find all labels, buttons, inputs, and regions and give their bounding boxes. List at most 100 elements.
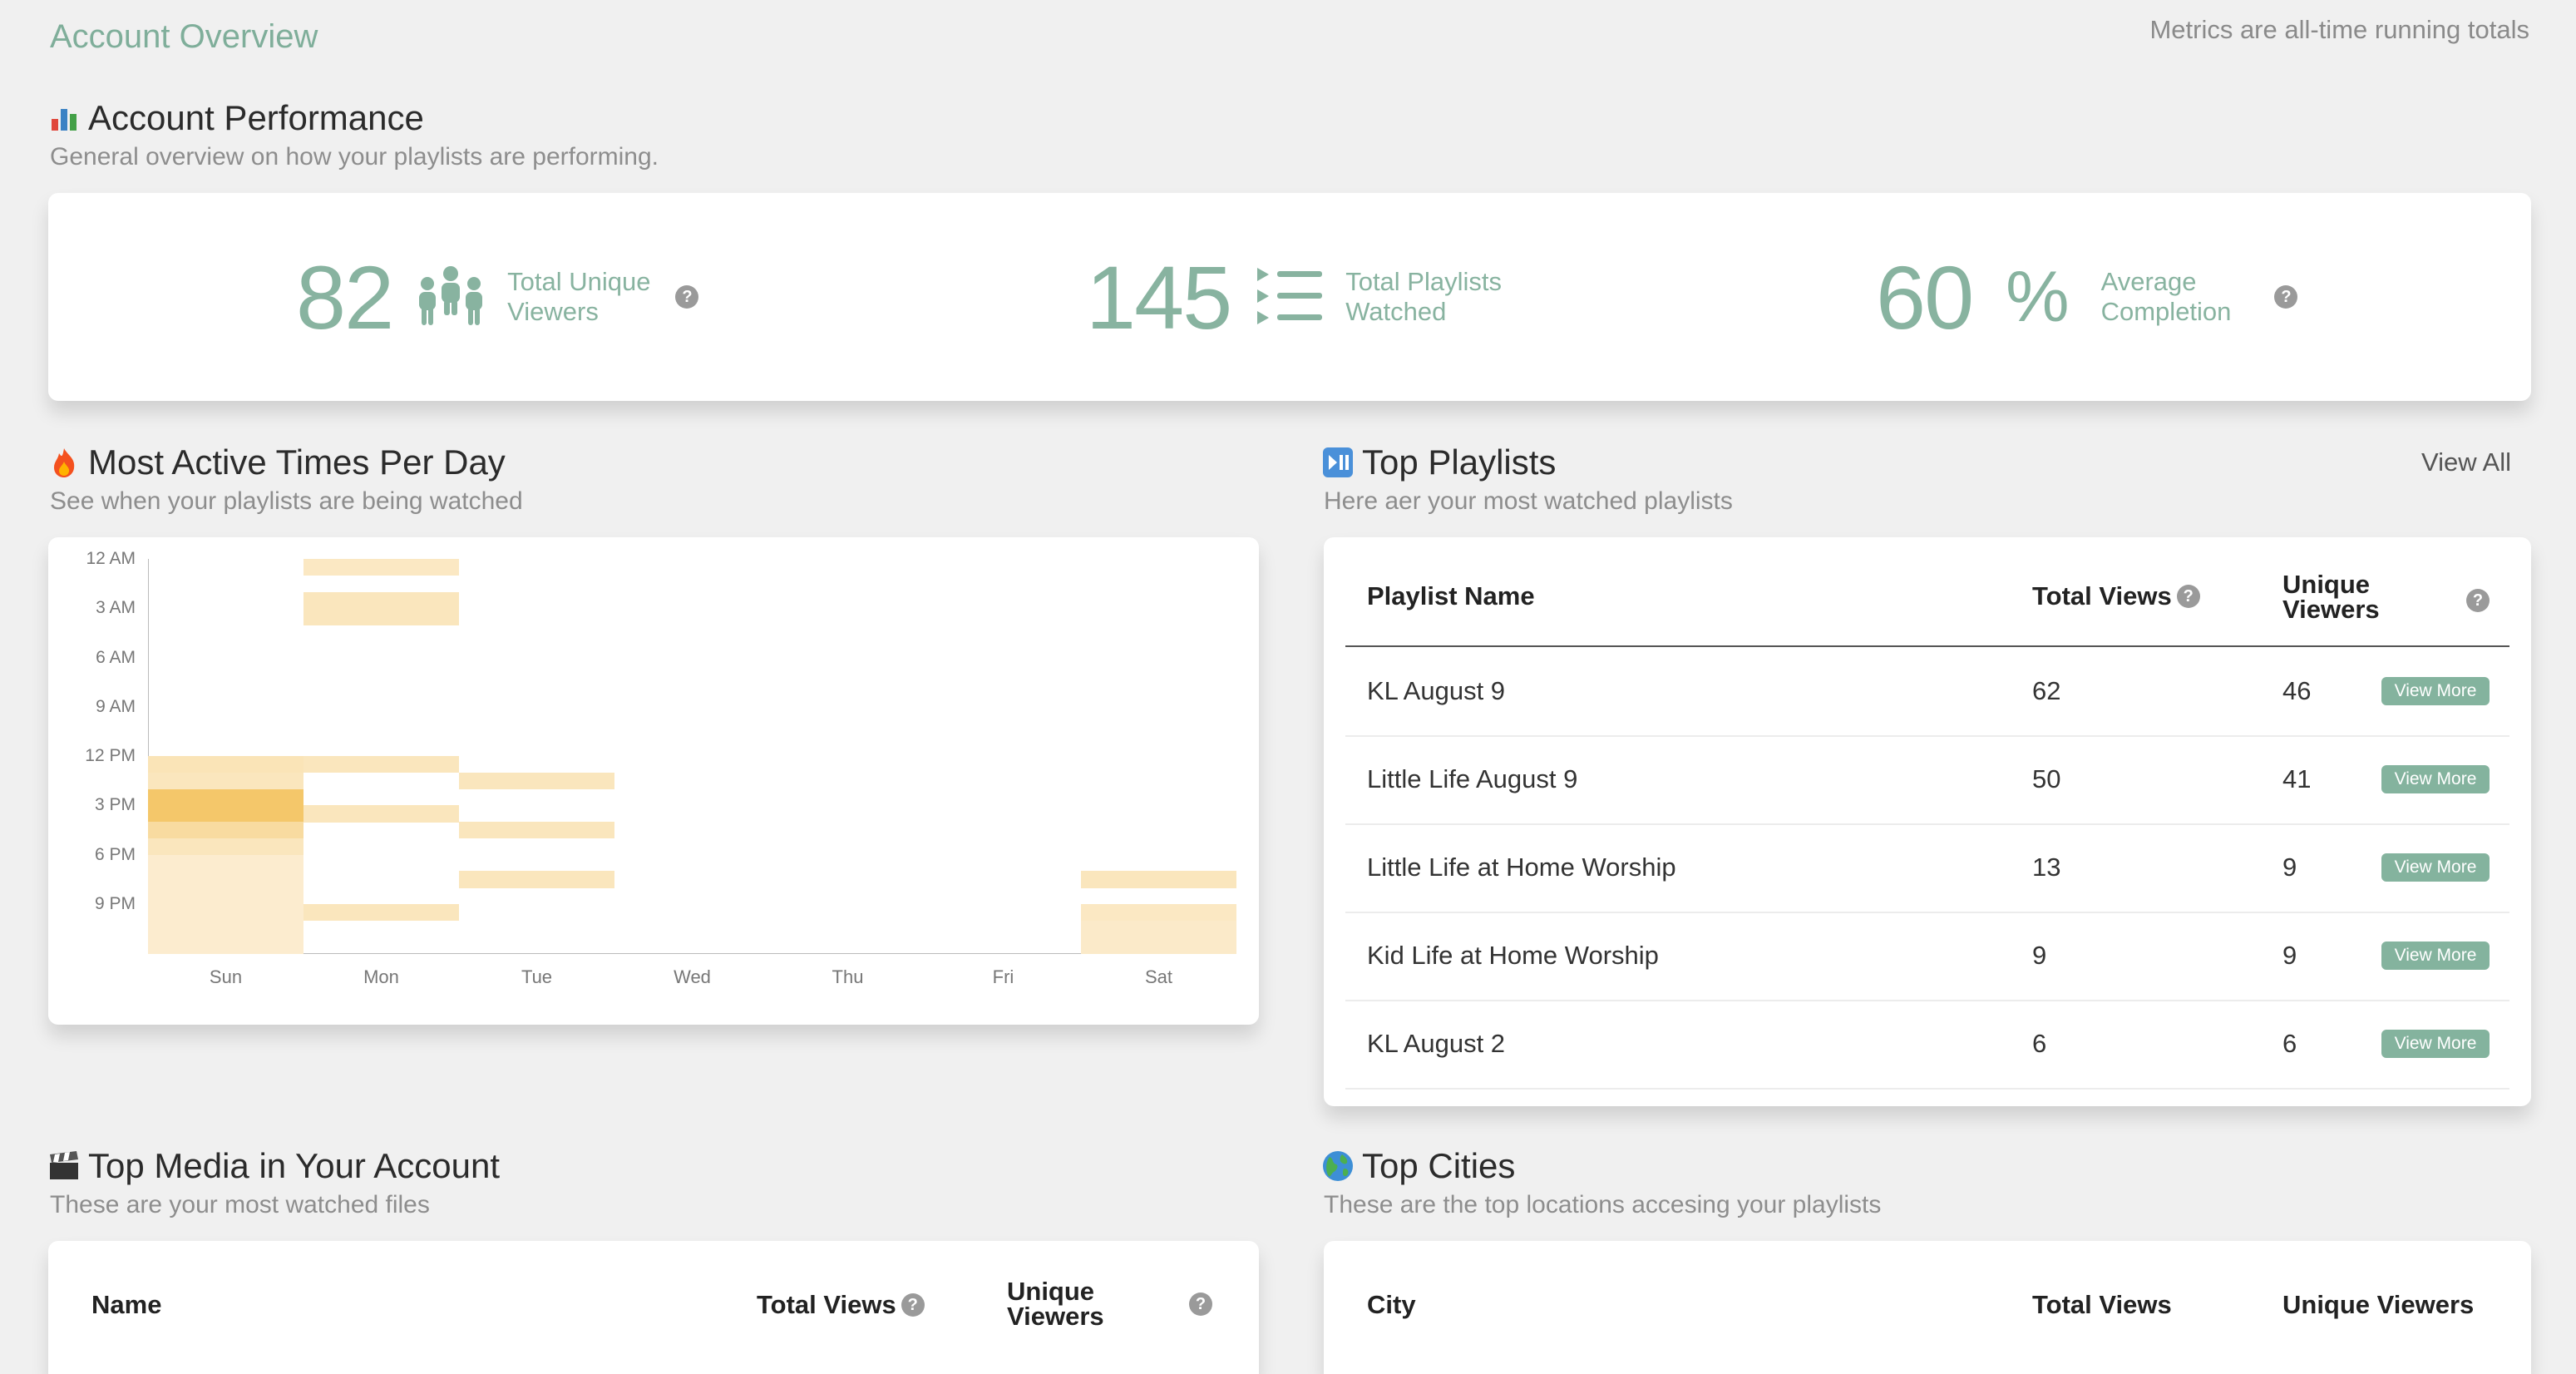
section-heading: Top Playlists [1362, 442, 1557, 482]
stat-value: 82 [296, 246, 394, 348]
top-cities-card: City Total Views Unique Viewers [1324, 1241, 2531, 1374]
stat-label: Average Completion [2100, 267, 2232, 326]
heatmap-cell[interactable] [148, 788, 303, 806]
stat-label: Total Unique Viewers [507, 267, 651, 326]
clapper-icon [48, 1150, 80, 1182]
x-tick-label: Fri [992, 966, 1014, 987]
stat-playlists-watched: 145 Total Playlists Watched [1086, 193, 1502, 401]
top-playlists-subtitle: Here aer your most watched playlists [1324, 487, 1733, 515]
heatmap-cell[interactable] [148, 920, 303, 937]
help-icon[interactable]: ? [2466, 589, 2490, 612]
col-playlist-name: Playlist Name [1367, 581, 1535, 610]
y-tick-label: 3 PM [94, 795, 136, 815]
heatmap-cell[interactable] [1081, 871, 1236, 888]
x-axis-line [148, 953, 1236, 954]
x-tick-label: Sun [209, 966, 243, 987]
col-media-total-views: Total Views ? [757, 1292, 925, 1317]
view-more-button[interactable]: View More [2381, 677, 2490, 705]
playlist-unique-viewers: 46 [2282, 676, 2312, 705]
heatmap-cell[interactable] [303, 756, 459, 773]
heatmap-cell[interactable] [459, 822, 614, 839]
heatmap-cell[interactable] [1081, 920, 1236, 937]
heatmap-cell[interactable] [148, 822, 303, 839]
playlist-total-views: 9 [2032, 941, 2047, 970]
heatmap-cell[interactable] [148, 772, 303, 790]
top-media-card: Name Total Views ? Unique Viewers ? [48, 1241, 1259, 1374]
playlist-total-views: 62 [2032, 676, 2061, 705]
row-divider [1345, 912, 2509, 913]
heatmap-cell[interactable] [148, 756, 303, 773]
playlist-total-views: 50 [2032, 764, 2061, 793]
heatmap-cell[interactable] [148, 937, 303, 954]
playlist-unique-viewers: 9 [2282, 853, 2297, 882]
heatmap-cell[interactable] [303, 591, 459, 609]
playlist-unique-viewers: 41 [2282, 764, 2312, 793]
heatmap-cell[interactable] [148, 838, 303, 856]
heatmap-cell[interactable] [148, 854, 303, 872]
heatmap-cell[interactable] [303, 559, 459, 576]
top-media-title: Top Media in Your Account [48, 1146, 500, 1186]
help-icon[interactable]: ? [2274, 285, 2298, 309]
playlist-icon [1256, 266, 1324, 328]
playlist-name: KL August 2 [1367, 1029, 1506, 1058]
top-playlists-card: Playlist Name Total Views ? Unique Viewe… [1324, 537, 2531, 1106]
fire-icon [48, 447, 80, 478]
view-more-button[interactable]: View More [2381, 942, 2490, 970]
heatmap-cell[interactable] [303, 608, 459, 625]
page-title: Account Overview [50, 18, 318, 55]
playlist-total-views: 13 [2032, 853, 2061, 882]
view-more-button[interactable]: View More [2381, 1030, 2490, 1058]
y-tick-label: 9 AM [96, 696, 136, 716]
play-pause-icon [1322, 447, 1354, 478]
view-more-button[interactable]: View More [2381, 765, 2490, 793]
activity-heatmap: 12 AM 3 AM 6 AM 9 AM 12 PM 3 PM 6 PM 9 PM Sun Mon… [48, 537, 1259, 1025]
header-divider [1345, 645, 2509, 647]
view-more-button[interactable]: View More [2381, 853, 2490, 882]
help-icon[interactable]: ? [1189, 1292, 1212, 1316]
bar-chart-icon [48, 102, 80, 134]
active-times-subtitle: See when your playlists are being watche… [50, 487, 523, 515]
y-tick-label: 9 PM [94, 893, 136, 913]
heatmap-cell[interactable] [1081, 903, 1236, 922]
stat-average-completion: 60 % Average Completion ? [1876, 193, 2298, 401]
x-tick-label: Thu [832, 966, 864, 987]
y-tick-label: 3 AM [96, 598, 136, 618]
col-unique-viewers: Unique Viewers [2282, 570, 2380, 624]
playlist-name: Little Life August 9 [1367, 764, 1578, 793]
heatmap-cell[interactable] [303, 805, 459, 823]
col-media-unique-viewers: Unique Viewers [1007, 1277, 1104, 1331]
heatmap-cell[interactable] [148, 903, 303, 922]
heatmap-cell[interactable] [148, 871, 303, 888]
playlist-unique-viewers: 9 [2282, 941, 2297, 970]
heatmap-cell[interactable] [148, 805, 303, 823]
people-icon [416, 265, 486, 329]
y-tick-label: 6 AM [96, 647, 136, 667]
col-city-total-views: Total Views [2032, 1290, 2172, 1319]
heatmap-cell[interactable] [459, 871, 614, 888]
account-performance-subtitle: General overview on how your playlists a… [50, 143, 659, 171]
help-icon[interactable]: ? [901, 1293, 925, 1317]
x-tick-label: Wed [674, 966, 711, 987]
section-heading: Top Cities [1362, 1146, 1516, 1185]
stat-unique-viewers: 82 Total Unique Viewers ? [296, 193, 699, 401]
heatmap-cell[interactable] [1081, 937, 1236, 954]
stat-value: 145 [1086, 246, 1232, 348]
help-icon[interactable]: ? [675, 285, 699, 309]
playlist-name: Little Life at Home Worship [1367, 853, 1676, 882]
heatmap-cell[interactable] [303, 903, 459, 922]
top-media-subtitle: These are your most watched files [50, 1191, 430, 1218]
account-performance-title: Account Performance [48, 98, 424, 138]
heatmap-cell[interactable] [148, 887, 303, 905]
y-tick-label: 12 AM [86, 549, 136, 568]
top-cities-title: Top Cities [1322, 1146, 1515, 1186]
playlist-name: KL August 9 [1367, 676, 1506, 705]
help-icon[interactable]: ? [2176, 585, 2200, 608]
metrics-note: Metrics are all-time running totals [2149, 15, 2529, 44]
col-media-name: Name [91, 1290, 162, 1319]
y-tick-label: 12 PM [85, 746, 136, 765]
globe-icon [1322, 1150, 1354, 1182]
heatmap-cell[interactable] [459, 772, 614, 790]
col-total-views: Total Views ? [2032, 583, 2200, 609]
x-tick-label: Sat [1144, 966, 1173, 987]
view-all-link[interactable]: View All [2421, 447, 2511, 477]
